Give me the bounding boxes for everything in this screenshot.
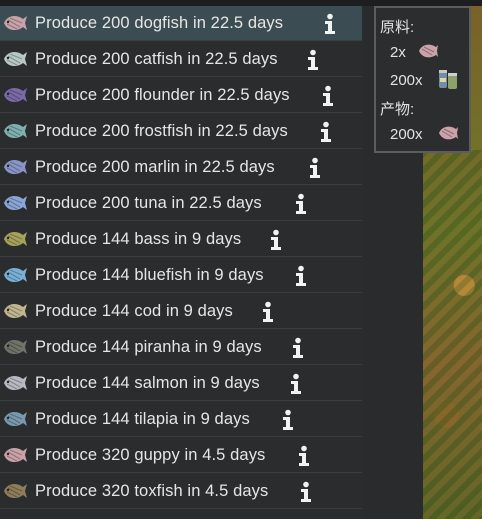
menu-option-label: Produce 144 cod in 9 days xyxy=(35,302,233,320)
menu-option-label: Produce 200 dogfish in 22.5 days xyxy=(35,14,284,32)
menu-option-catfish[interactable]: Produce 200 catfish in 22.5 days xyxy=(0,42,362,77)
menu-option-salmon[interactable]: Produce 144 salmon in 9 days xyxy=(0,366,362,401)
info-icon[interactable] xyxy=(290,337,306,359)
menu-option-piranha[interactable]: Produce 144 piranha in 9 days xyxy=(0,330,362,365)
menu-option-guppy[interactable]: Produce 320 guppy in 4.5 days xyxy=(0,438,362,473)
marlin-icon xyxy=(2,155,28,179)
menu-option-bass[interactable]: Produce 144 bass in 9 days xyxy=(0,222,362,257)
ingredient-qty: 200x xyxy=(390,72,423,89)
dogfish-icon xyxy=(2,11,28,35)
menu-option-frostfish[interactable]: Produce 200 frostfish in 22.5 days xyxy=(0,114,362,149)
recipe-tooltip: 原料: 2x 200x 产物: 200x xyxy=(374,6,471,153)
flounder-icon xyxy=(2,83,28,107)
menu-option-label: Produce 320 toxfish in 4.5 days xyxy=(35,482,269,500)
info-icon[interactable] xyxy=(322,13,338,35)
products-header: 产物: xyxy=(380,101,415,118)
info-icon[interactable] xyxy=(318,121,334,143)
menu-option-label: Produce 144 bass in 9 days xyxy=(35,230,242,248)
info-icon[interactable] xyxy=(288,373,304,395)
menu-option-label: Produce 200 tuna in 22.5 days xyxy=(35,194,262,212)
bass-icon xyxy=(2,227,28,251)
menu-option-label: Produce 144 bluefish in 9 days xyxy=(35,266,264,284)
menu-option-marlin[interactable]: Produce 200 marlin in 22.5 days xyxy=(0,150,362,185)
menu-option-label: Produce 200 frostfish in 22.5 days xyxy=(35,122,288,140)
info-icon[interactable] xyxy=(268,229,284,251)
info-icon[interactable] xyxy=(298,481,314,503)
ingredients-header: 原料: xyxy=(380,19,415,36)
menu-option-dogfish[interactable]: Produce 200 dogfish in 22.5 days xyxy=(0,6,362,41)
info-icon[interactable] xyxy=(260,301,276,323)
dogfish-icon xyxy=(416,39,440,63)
menu-option-label: Produce 200 catfish in 22.5 days xyxy=(35,50,278,68)
recipe-float-menu: Produce 200 dogfish in 22.5 days Produce … xyxy=(0,6,362,519)
info-icon[interactable] xyxy=(280,409,296,431)
info-icon[interactable] xyxy=(293,265,309,287)
menu-option-flounder[interactable]: Produce 200 flounder in 22.5 days xyxy=(0,78,362,113)
product-qty: 200x xyxy=(390,126,423,143)
menu-option-label: Produce 144 tilapia in 9 days xyxy=(35,410,250,428)
cod-icon xyxy=(2,299,28,323)
menu-option-label: Produce 144 salmon in 9 days xyxy=(35,374,260,392)
toxfish-icon xyxy=(2,479,28,503)
menu-option-toxfish[interactable]: Produce 320 toxfish in 4.5 days xyxy=(0,474,362,509)
dogfish-icon xyxy=(436,121,460,145)
tilapia-icon xyxy=(2,407,28,431)
menu-option-bluefish[interactable]: Produce 144 bluefish in 9 days xyxy=(0,258,362,293)
menu-option-label: Produce 320 guppy in 4.5 days xyxy=(35,446,266,464)
fish-food-icon xyxy=(436,67,460,91)
menu-option-label: Produce 200 marlin in 22.5 days xyxy=(35,158,275,176)
menu-option-tuna[interactable]: Produce 200 tuna in 22.5 days xyxy=(0,186,362,221)
guppy-icon xyxy=(2,443,28,467)
info-icon[interactable] xyxy=(293,193,309,215)
menu-option-tilapia[interactable]: Produce 144 tilapia in 9 days xyxy=(0,402,362,437)
tuna-icon xyxy=(2,191,28,215)
catfish-icon xyxy=(2,47,28,71)
menu-option-cod[interactable]: Produce 144 cod in 9 days xyxy=(0,294,362,329)
info-icon[interactable] xyxy=(307,157,323,179)
info-icon[interactable] xyxy=(296,445,312,467)
ingredient-qty: 2x xyxy=(390,44,406,61)
bluefish-icon xyxy=(2,263,28,287)
menu-option-label: Produce 200 flounder in 22.5 days xyxy=(35,86,290,104)
menu-option-label: Produce 144 piranha in 9 days xyxy=(35,338,262,356)
frostfish-icon xyxy=(2,119,28,143)
salmon-icon xyxy=(2,371,28,395)
piranha-icon xyxy=(2,335,28,359)
info-icon[interactable] xyxy=(320,85,336,107)
info-icon[interactable] xyxy=(305,49,321,71)
